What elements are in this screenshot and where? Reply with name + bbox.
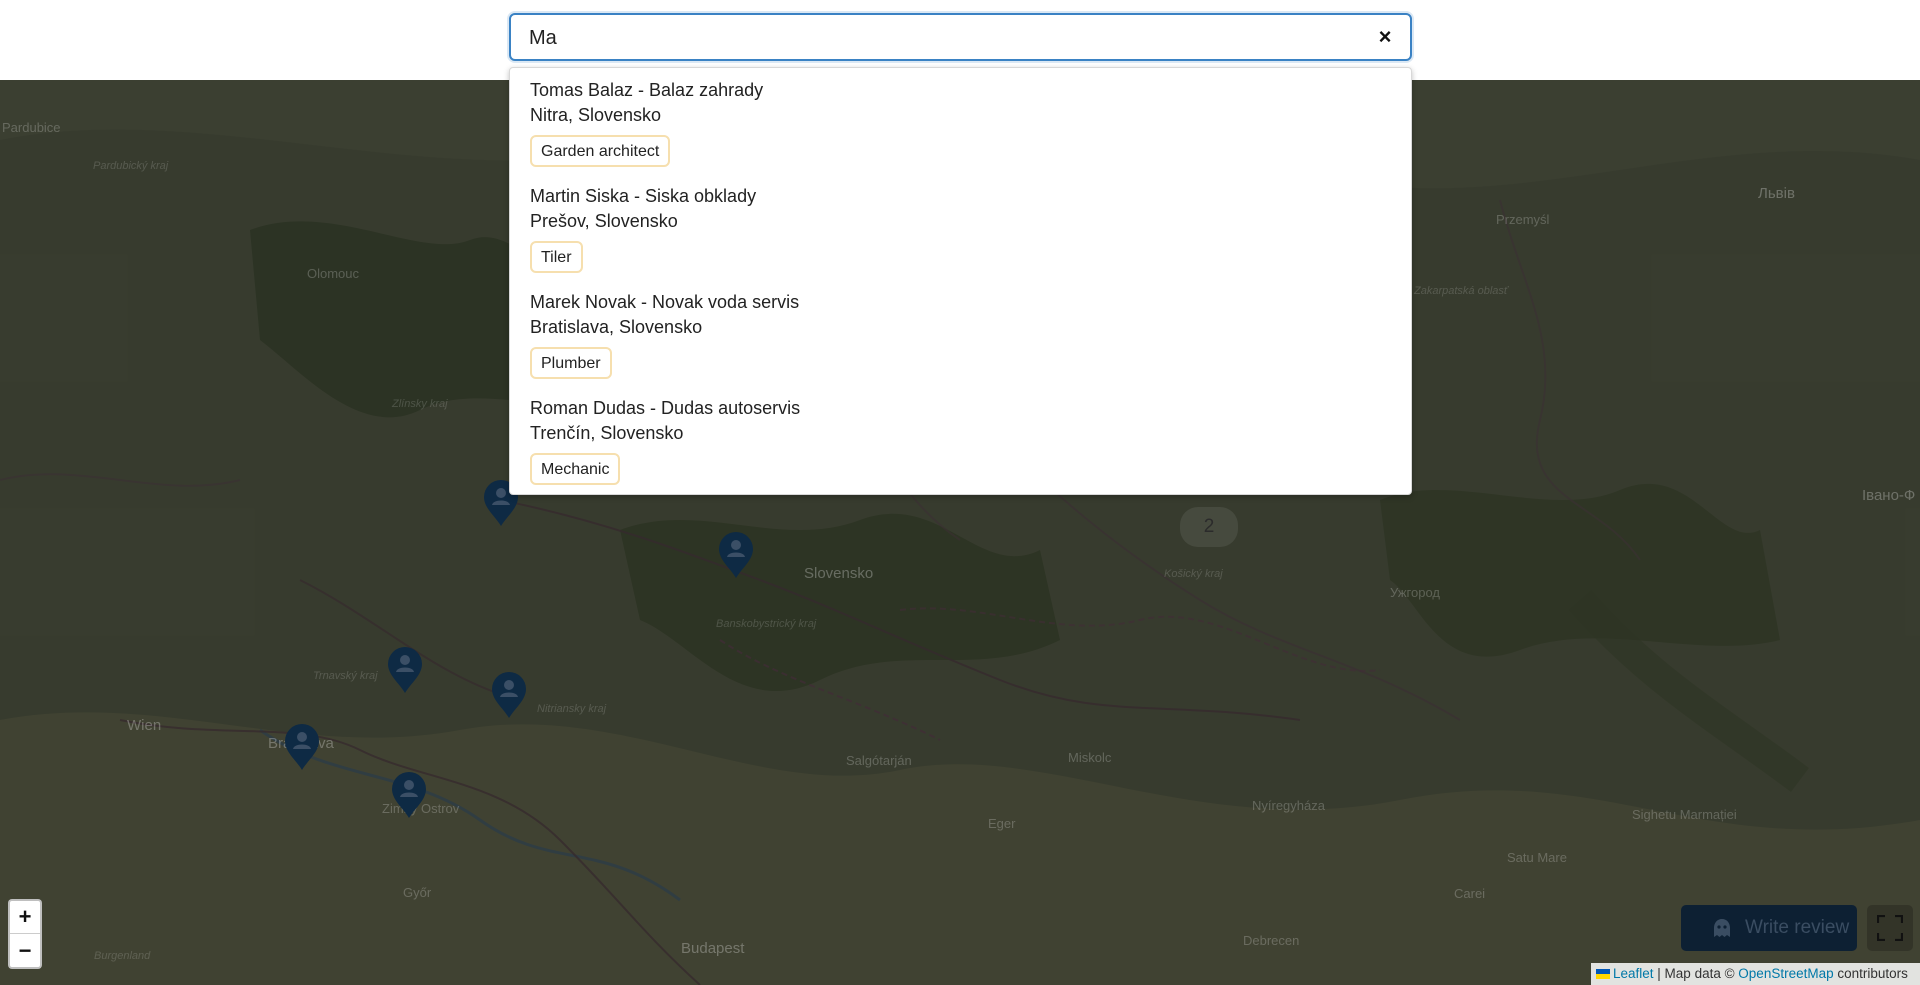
place-label: Burgenland [94,950,151,962]
result-name: Marek Novak - Novak voda servis [530,292,800,312]
place-label: Nitriansky kraj [537,703,607,715]
search-result-item[interactable]: Roman Dudas - Dudas autoservis Trenčín, … [530,396,1390,485]
place-label: Debrecen [1243,933,1300,948]
result-location: Bratislava, Slovensko [530,317,703,337]
search-result-item[interactable]: Martin Siska - Siska obklady Prešov, Slo… [530,184,1390,273]
result-location: Trenčín, Slovensko [530,423,684,443]
leaflet-link[interactable]: Leaflet [1613,966,1654,981]
close-icon[interactable]: × [1372,24,1398,50]
search-box[interactable]: × [509,13,1412,61]
person-pin-icon [388,646,422,693]
zoom-control: + − [8,899,42,969]
category-badge: Tiler [530,241,583,273]
category-badge: Mechanic [530,453,621,485]
place-label: Przemyśl [1496,212,1550,227]
place-label: Zlínsky kraj [392,398,448,410]
place-label: Budapest [681,940,745,957]
place-label: Львів [1758,185,1795,202]
zoom-out-button[interactable]: − [10,934,40,967]
place-label: Olomouc [307,266,360,281]
search-result-item[interactable]: Tomas Balaz - Balaz zahrady Nitra, Slove… [530,78,1390,167]
place-label: Salgótarján [846,753,912,768]
map-attribution: Leaflet | Map data © OpenStreetMap contr… [1591,963,1920,985]
place-label: Košický kraj [1164,568,1223,580]
map-marker[interactable] [716,530,756,580]
write-review-label: Write review [1745,917,1850,938]
result-name: Tomas Balaz - Balaz zahrady [530,80,764,100]
place-label: Zakarpatská oblasť [1414,285,1508,297]
place-label: Pardubice [2,120,61,135]
place-label: Carei [1454,886,1486,901]
place-label: Satu Mare [1507,850,1567,865]
marker-cluster[interactable]: 2 [1180,507,1238,547]
zoom-in-button[interactable]: + [10,901,40,934]
place-label: Sighetu Marmației [1632,807,1737,822]
place-label: Nyíregyháza [1252,798,1325,813]
map-marker[interactable] [282,722,322,772]
result-name: Roman Dudas - Dudas autoservis [530,398,801,418]
result-name: Martin Siska - Siska obklady [530,186,757,206]
place-label: Eger [988,816,1016,831]
place-label: Ужгород [1390,585,1440,600]
ukraine-flag-icon [1596,969,1610,979]
place-label: Trnavský kraj [313,670,378,682]
person-pin-icon [492,671,526,718]
attribution-suffix: contributors [1833,966,1908,981]
person-pin-icon [392,771,426,818]
place-label: Banskobystrický kraj [716,618,817,630]
map-marker[interactable] [389,770,429,820]
place-label: Івано-Ф [1862,487,1916,504]
fullscreen-icon [1877,915,1903,941]
place-label: Pardubický kraj [93,160,169,172]
search-input[interactable] [529,25,1349,51]
result-location: Nitra, Slovensko [530,105,662,125]
attribution-separator: | Map data © [1653,966,1739,981]
fullscreen-button[interactable] [1867,905,1913,951]
person-pin-icon [719,531,753,578]
map-marker[interactable] [489,670,529,720]
ghost-icon [1714,919,1730,937]
place-label: Wien [127,717,162,734]
place-label: Győr [403,885,432,900]
map-marker[interactable] [385,645,425,695]
openstreetmap-link[interactable]: OpenStreetMap [1738,966,1833,981]
place-label: Slovensko [804,565,874,582]
person-pin-icon [285,723,319,770]
category-badge: Garden architect [530,135,671,167]
result-location: Prešov, Slovensko [530,211,678,231]
category-badge: Plumber [530,347,612,379]
search-results-dropdown: Tomas Balaz - Balaz zahrady Nitra, Slove… [509,67,1412,495]
place-label: Miskolc [1068,750,1112,765]
write-review-button[interactable]: Write review [1681,905,1857,951]
search-result-item[interactable]: Marek Novak - Novak voda servis Bratisla… [530,290,1390,379]
